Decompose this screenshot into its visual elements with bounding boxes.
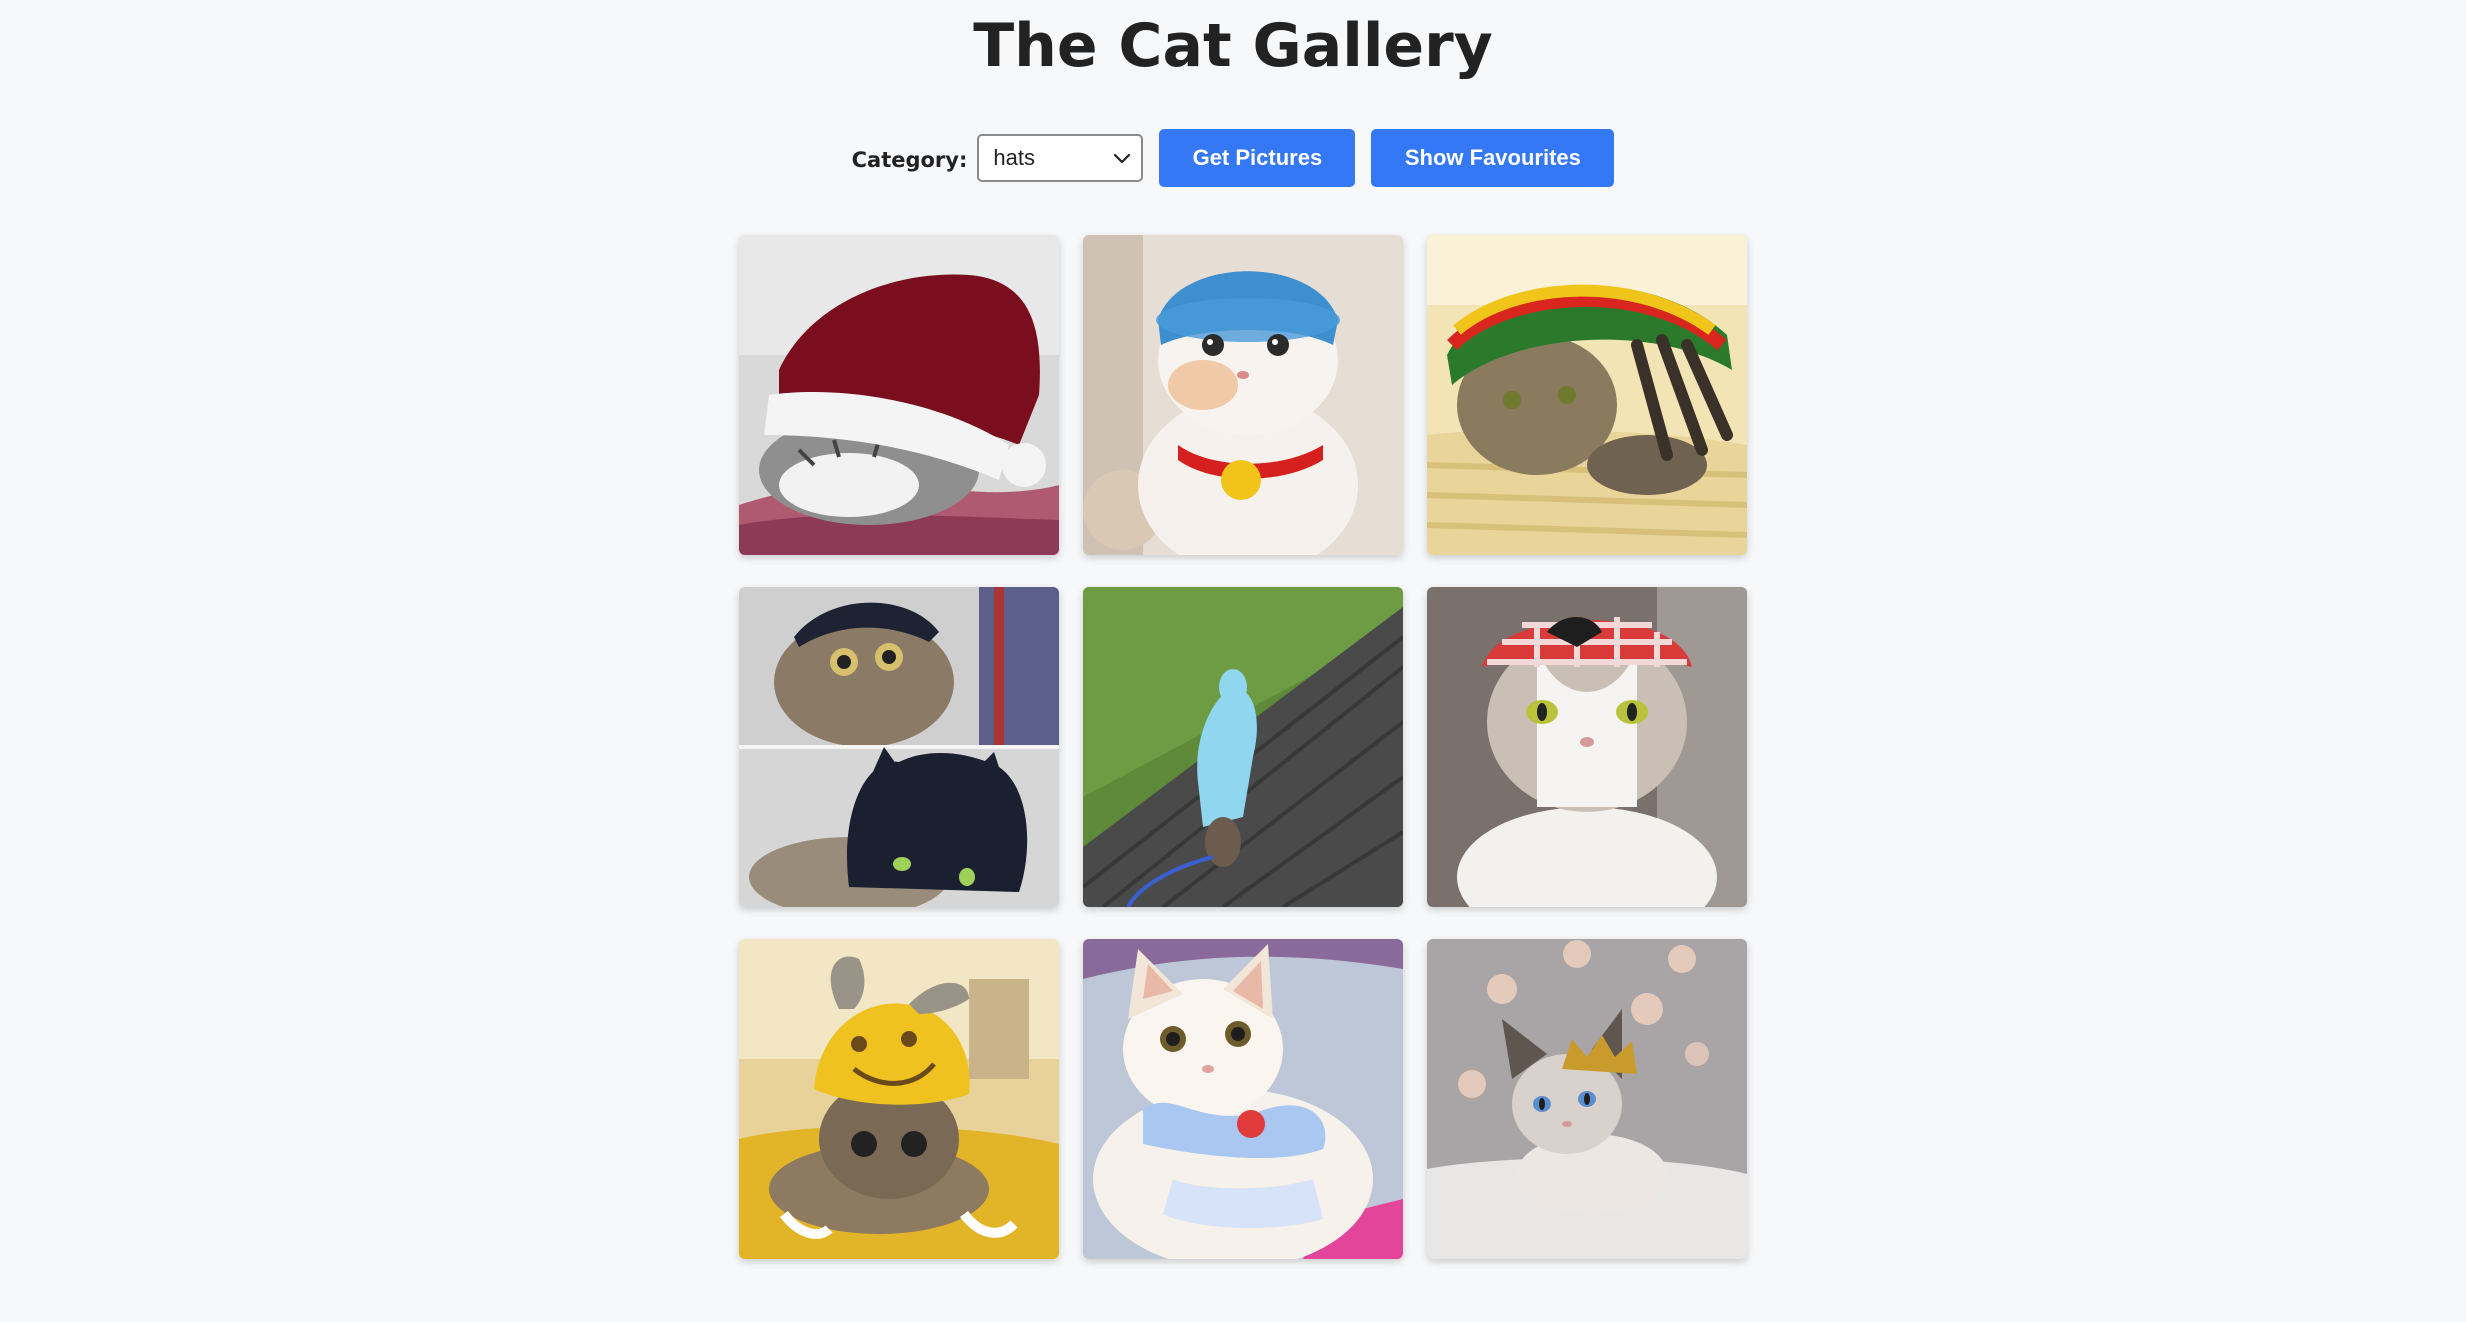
cat-photo-9-image [1427, 939, 1747, 1259]
category-label: Category: [851, 148, 968, 172]
cat-photo-7[interactable] [739, 939, 1059, 1259]
cat-photo-1[interactable] [739, 235, 1059, 555]
cat-photo-3[interactable] [1427, 235, 1747, 555]
cat-photo-6[interactable] [1427, 587, 1747, 907]
cat-gallery-grid [739, 235, 1747, 1259]
cat-photo-6-image [1427, 587, 1747, 907]
cat-photo-5[interactable] [1083, 587, 1403, 907]
category-select-value: hats [993, 145, 1035, 170]
cat-photo-8[interactable] [1083, 939, 1403, 1259]
show-favourites-button[interactable]: Show Favourites [1371, 129, 1615, 187]
cat-photo-9[interactable] [1427, 939, 1747, 1259]
controls-bar: Category: hats Get Pictures Show Favouri… [0, 129, 2466, 187]
chevron-down-icon [1114, 153, 1131, 164]
page-title: The Cat Gallery [973, 11, 1493, 81]
cat-photo-4[interactable] [739, 587, 1059, 907]
cat-photo-8-image [1083, 939, 1403, 1259]
cat-photo-2-image [1083, 235, 1403, 555]
cat-photo-7-image [739, 939, 1059, 1259]
cat-photo-2[interactable] [1083, 235, 1403, 555]
category-select[interactable]: hats [977, 134, 1144, 182]
cat-photo-3-image [1427, 235, 1747, 555]
cat-photo-4-image [739, 587, 1059, 907]
cat-photo-1-image [739, 235, 1059, 555]
cat-photo-5-image [1083, 587, 1403, 907]
get-pictures-button[interactable]: Get Pictures [1159, 129, 1356, 187]
